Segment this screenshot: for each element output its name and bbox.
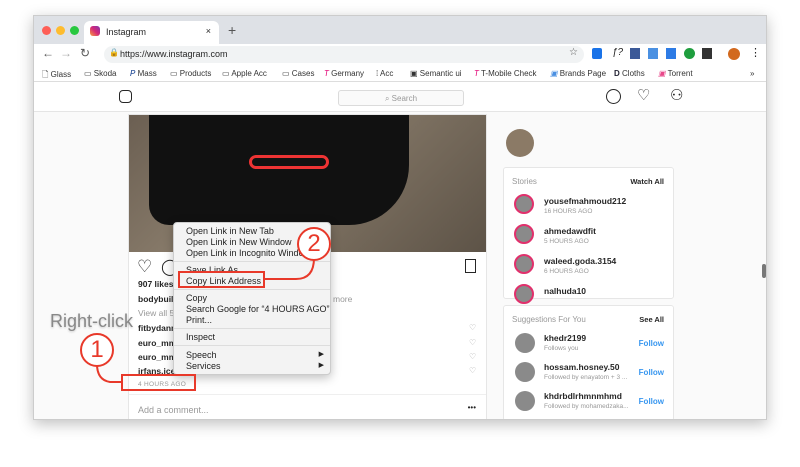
step-2-badge: 2 xyxy=(297,227,331,261)
annotation-connectors xyxy=(96,257,315,383)
step-1-badge: 1 xyxy=(80,333,114,367)
